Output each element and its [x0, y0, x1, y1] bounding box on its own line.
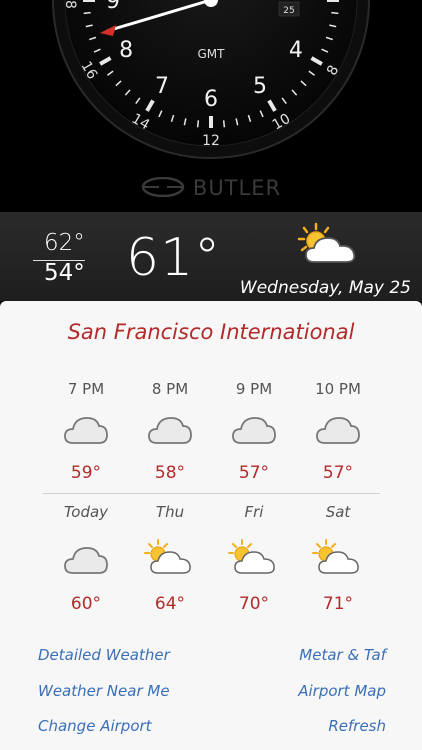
refresh-link[interactable]: Refresh — [328, 717, 386, 735]
forecast-divider — [43, 493, 380, 494]
day-temp: 64° — [154, 594, 186, 614]
gmt-numeral: 18 — [62, 0, 78, 9]
current-date: Wednesday, May 25 — [239, 278, 411, 298]
brand-name: BUTLER — [192, 176, 282, 200]
hourly-item: 10 PM — [296, 380, 380, 398]
gmt-label: GMT — [198, 47, 226, 61]
day-label: Fri — [244, 503, 264, 521]
hour-numeral: 6 — [204, 87, 218, 112]
gmt-numeral: 12 — [202, 133, 220, 149]
day-label: Sat — [325, 503, 351, 521]
cloud-icon — [44, 414, 128, 450]
cloud-icon — [212, 414, 296, 450]
metar-taf-link[interactable]: Metar & Taf — [299, 646, 386, 664]
hour-label: 8 PM — [151, 380, 189, 398]
hour-numeral: 7 — [155, 74, 169, 99]
airport-map-link[interactable]: Airport Map — [298, 682, 386, 700]
minute-tick — [196, 120, 200, 128]
date-window: 25 — [283, 6, 294, 16]
current-temperature: 61° — [126, 228, 222, 288]
detailed-weather-link[interactable]: Detailed Weather — [38, 646, 170, 664]
partly-cloudy-icon — [212, 538, 296, 580]
hour-label: 9 PM — [235, 380, 273, 398]
cloud-icon — [44, 544, 128, 580]
clock-face: 4 5 6 7 8 9 10 12 14 16 18 8 25 GMT BUTLER — [0, 0, 422, 212]
minute-tick — [331, 11, 339, 15]
hour-numeral: 9 — [106, 0, 120, 14]
hour-numeral: 8 — [119, 38, 133, 63]
butler-logo-icon — [141, 176, 185, 202]
hour-temp: 57° — [322, 463, 354, 483]
partly-cloudy-icon — [296, 220, 362, 272]
minute-tick — [83, 11, 91, 15]
day-label: Thu — [155, 503, 185, 521]
hourly-item: 9 PM — [212, 380, 296, 398]
change-airport-link[interactable]: Change Airport — [38, 717, 152, 735]
day-label: Today — [63, 503, 109, 521]
hourly-item: 7 PM — [44, 380, 128, 398]
high-temp: 62° — [44, 230, 85, 256]
minute-tick — [222, 120, 226, 128]
hour-temp: 58° — [154, 463, 186, 483]
hour-label: 7 PM — [67, 380, 105, 398]
airport-name: San Francisco International — [67, 320, 355, 344]
partly-cloudy-icon — [128, 538, 212, 580]
hour-numeral: 5 — [253, 74, 267, 99]
hour-temp: 59° — [70, 463, 102, 483]
weather-near-me-link[interactable]: Weather Near Me — [38, 682, 170, 700]
low-temp: 54° — [44, 260, 85, 286]
day-temp: 70° — [238, 594, 270, 614]
day-temp: 60° — [70, 594, 102, 614]
brand-logo: BUTLER — [0, 176, 422, 202]
hour-numeral: 4 — [289, 38, 303, 63]
day-temp: 71° — [322, 594, 354, 614]
hour-temp: 57° — [238, 463, 270, 483]
partly-cloudy-icon — [296, 538, 380, 580]
hourly-item: 8 PM — [128, 380, 212, 398]
cloud-icon — [296, 414, 380, 450]
hour-label: 10 PM — [315, 380, 361, 398]
cloud-icon — [128, 414, 212, 450]
